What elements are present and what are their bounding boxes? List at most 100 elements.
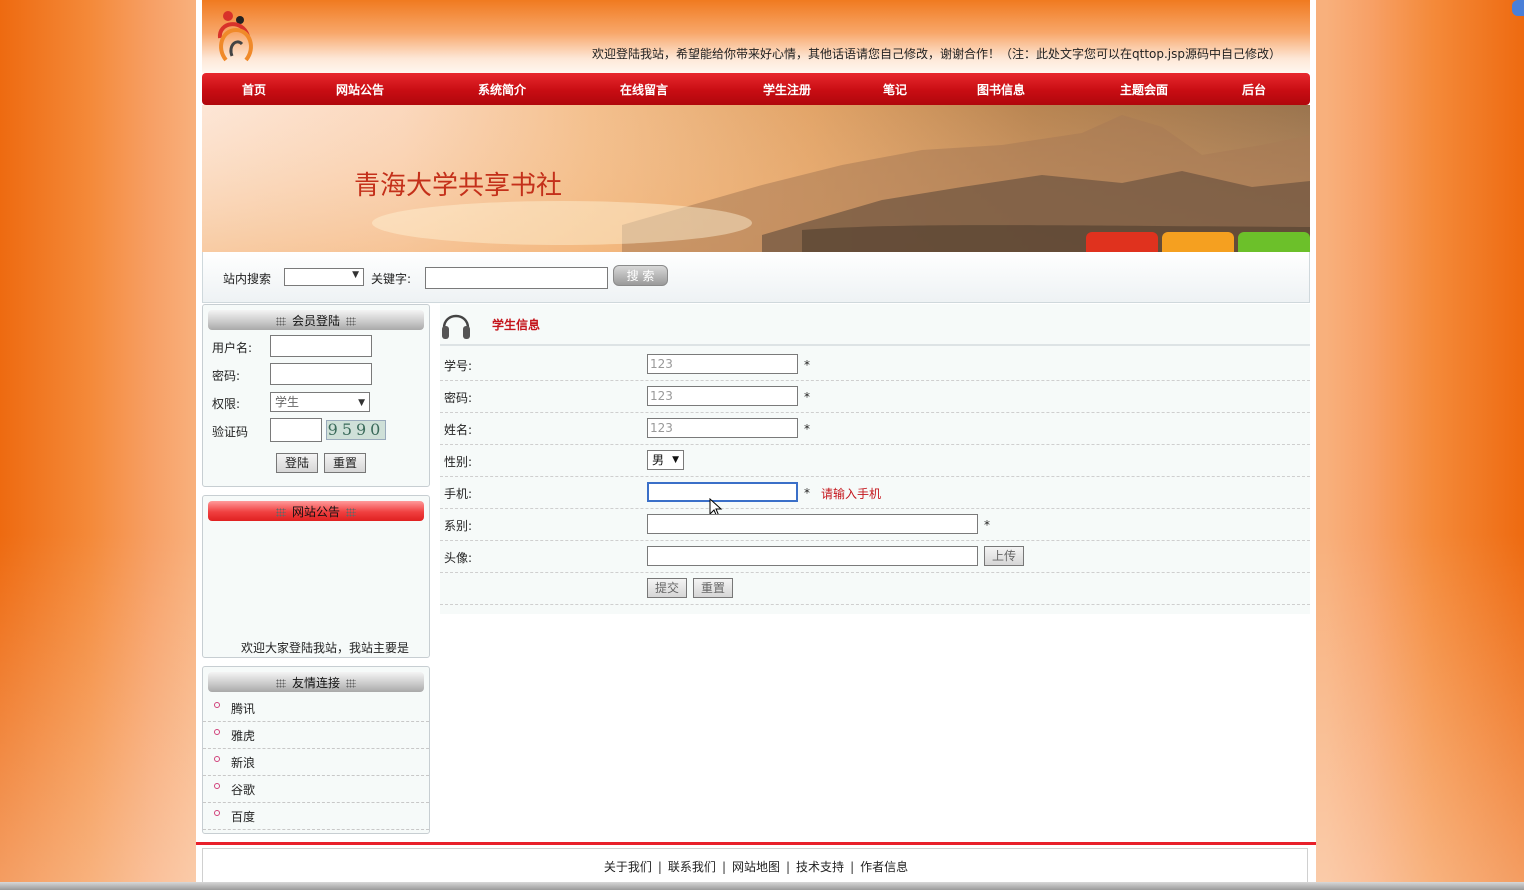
nav-item-guestbook[interactable]: 在线留言 — [620, 81, 668, 98]
gender-select-value: 男 — [652, 453, 665, 467]
grip-icon — [346, 317, 356, 326]
required-mark: * — [804, 390, 810, 404]
nav-item-announcement[interactable]: 网站公告 — [336, 81, 384, 98]
link-baidu[interactable]: 百度 — [231, 808, 255, 825]
bullet-icon — [214, 702, 220, 708]
form-row-password: 密码: 123 * — [440, 380, 1310, 413]
banner: 青海大学共享书社 — [202, 105, 1310, 252]
bullet-icon — [214, 783, 220, 789]
form-row-phone: 手机: * 请输入手机 — [440, 476, 1310, 518]
bullet-icon — [214, 756, 220, 762]
search-bar: 站内搜索 ▼ 关键字: 搜 索 — [202, 252, 1310, 303]
search-category-select[interactable]: ▼ — [284, 268, 364, 286]
site-header: 欢迎登陆我站，希望能给你带来好心情，其他话语请您自己修改，谢谢合作！（注：此处文… — [202, 0, 1310, 73]
banner-orange-tab — [1162, 232, 1234, 252]
login-box-title: 会员登陆 — [291, 314, 340, 328]
list-item[interactable]: 谷歌 — [203, 775, 429, 803]
site-logo-icon — [217, 11, 253, 62]
link-sina[interactable]: 新浪 — [231, 754, 255, 771]
student-info-panel: 学生信息 学号: 123 * 密码: 123 * 姓名: 123 * 性别: 男… — [440, 304, 1310, 614]
nav-item-admin[interactable]: 后台 — [1242, 81, 1266, 98]
friend-links-box: 友情连接 腾讯 雅虎 新浪 谷歌 百度 — [202, 666, 430, 834]
grip-icon — [346, 508, 356, 517]
banner-title: 青海大学共享书社 — [354, 171, 563, 201]
form-row-actions: 提交 重置 — [440, 572, 1310, 605]
separator: | — [721, 860, 726, 874]
role-select[interactable]: 学生 ▼ — [270, 392, 370, 412]
footer-link-author[interactable]: 作者信息 — [860, 860, 908, 874]
list-item[interactable]: 腾讯 — [203, 694, 429, 722]
nav-item-meetings[interactable]: 主题会面 — [1120, 81, 1168, 98]
link-yahoo[interactable]: 雅虎 — [231, 727, 255, 744]
password-field[interactable]: 123 — [647, 386, 798, 406]
friend-links-title: 友情连接 — [291, 676, 340, 690]
welcome-text: 欢迎登陆我站，希望能给你带来好心情，其他话语请您自己修改，谢谢合作！（注：此处文… — [592, 47, 1282, 61]
captcha-image[interactable]: 9590 — [326, 420, 386, 440]
search-button[interactable]: 搜 索 — [613, 265, 668, 286]
phone-error-message: 请输入手机 — [821, 487, 882, 501]
footer-link-support[interactable]: 技术支持 — [796, 860, 844, 874]
phone-label: 手机: — [444, 487, 473, 501]
notice-box: 网站公告 欢迎大家登陆我站，我站主要是 — [202, 495, 430, 658]
student-id-label: 学号: — [444, 359, 473, 373]
department-label: 系别: — [444, 519, 473, 533]
department-input[interactable] — [647, 514, 978, 534]
notice-box-header: 网站公告 — [208, 501, 424, 521]
required-mark: * — [804, 358, 810, 372]
list-item[interactable]: 新浪 — [203, 748, 429, 776]
browser-corner-icon[interactable] — [1512, 0, 1524, 16]
notice-marquee-text: 欢迎大家登陆我站，我站主要是 — [241, 641, 410, 655]
role-select-value: 学生 — [275, 395, 300, 409]
footer-link-sitemap[interactable]: 网站地图 — [732, 860, 780, 874]
notice-box-title: 网站公告 — [291, 505, 340, 519]
link-tencent[interactable]: 腾讯 — [231, 700, 255, 717]
list-item[interactable]: 百度 — [203, 802, 429, 830]
link-google[interactable]: 谷歌 — [231, 781, 255, 798]
login-reset-button[interactable]: 重置 — [324, 453, 366, 473]
headphones-icon — [442, 314, 470, 339]
form-row-student-id: 学号: 123 * — [440, 348, 1310, 381]
grip-icon — [275, 679, 286, 688]
grip-icon — [275, 508, 286, 517]
keyword-label: 关键字: — [371, 272, 412, 286]
name-input[interactable]: 123 — [647, 418, 798, 438]
bullet-icon — [214, 729, 220, 735]
form-row-gender: 性别: 男 ▼ — [440, 444, 1310, 477]
main-nav: 首页 网站公告 系统简介 在线留言 学生注册 笔记 图书信息 主题会面 后台 — [202, 73, 1310, 105]
chevron-down-icon: ▼ — [672, 455, 679, 465]
divider — [440, 344, 1310, 346]
nav-item-notes[interactable]: 笔记 — [883, 81, 907, 98]
nav-item-books[interactable]: 图书信息 — [977, 81, 1025, 98]
avatar-path-input[interactable] — [647, 546, 978, 566]
footer-link-about[interactable]: 关于我们 — [604, 860, 652, 874]
gender-select[interactable]: 男 ▼ — [647, 450, 684, 470]
list-item[interactable]: 雅虎 — [203, 721, 429, 749]
bullet-icon — [214, 810, 220, 816]
footer-link-contact[interactable]: 联系我们 — [668, 860, 716, 874]
nav-item-register[interactable]: 学生注册 — [763, 81, 811, 98]
avatar-label: 头像: — [444, 551, 473, 565]
horizontal-scrollbar[interactable] — [0, 882, 1524, 890]
form-reset-button[interactable]: 重置 — [693, 578, 733, 598]
login-box: 会员登陆 用户名: 密码: 权限: 学生 ▼ 验证码 9590 登陆 重置 — [202, 304, 430, 487]
form-row-name: 姓名: 123 * — [440, 412, 1310, 445]
captcha-label: 验证码 — [212, 425, 249, 439]
required-mark: * — [804, 486, 810, 500]
separator: | — [850, 860, 855, 874]
student-id-input[interactable]: 123 — [647, 354, 798, 374]
page-container: 欢迎登陆我站，希望能给你带来好心情，其他话语请您自己修改，谢谢合作！（注：此处文… — [196, 0, 1316, 890]
password-input[interactable] — [270, 363, 372, 385]
submit-button[interactable]: 提交 — [647, 578, 687, 598]
friend-links-header: 友情连接 — [208, 672, 424, 692]
nav-item-home[interactable]: 首页 — [242, 81, 266, 98]
upload-button[interactable]: 上传 — [984, 546, 1024, 566]
nav-item-about[interactable]: 系统简介 — [478, 81, 526, 98]
keyword-input[interactable] — [425, 267, 608, 289]
role-label: 权限: — [212, 397, 241, 411]
username-input[interactable] — [270, 335, 372, 357]
login-button[interactable]: 登陆 — [276, 453, 318, 473]
separator: | — [786, 860, 791, 874]
captcha-input[interactable] — [270, 418, 322, 442]
password-label: 密码: — [444, 391, 473, 405]
banner-red-tab — [1086, 232, 1158, 252]
